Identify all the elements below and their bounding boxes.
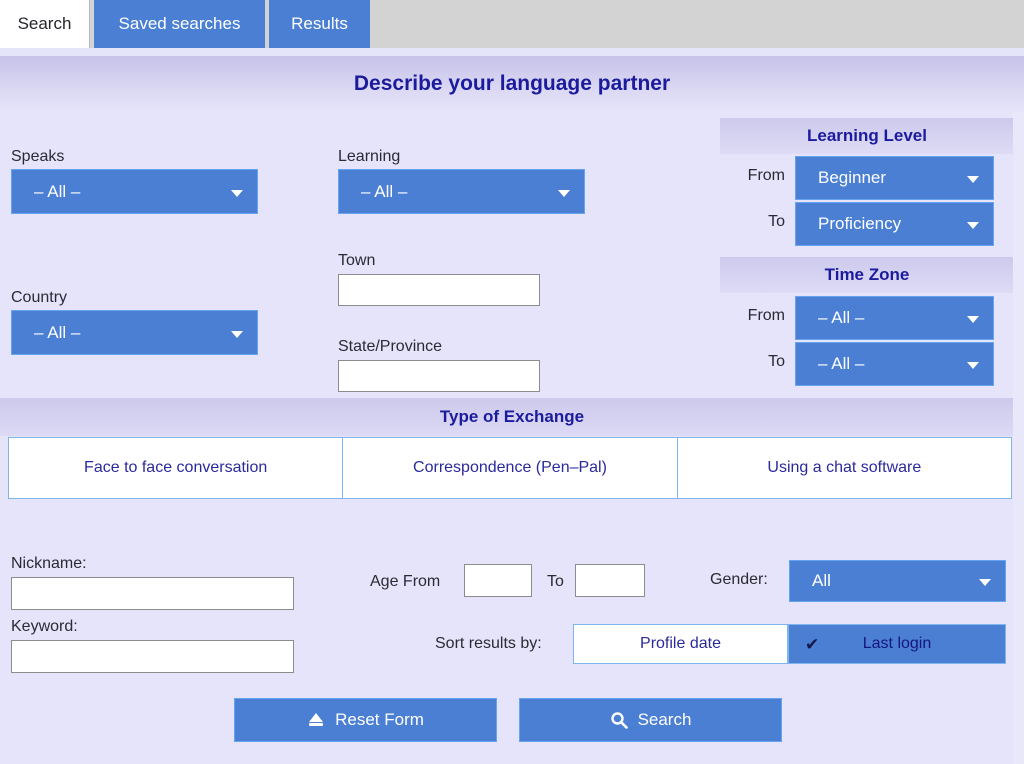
chevron-down-icon bbox=[967, 362, 979, 369]
tab-search-label: Search bbox=[18, 14, 72, 34]
state-province-input[interactable] bbox=[338, 360, 540, 392]
sort-option-label: Profile date bbox=[640, 635, 721, 653]
bottom-section: Nickname: Keyword: Age From To Gender: A… bbox=[0, 500, 1024, 764]
age-to-input[interactable] bbox=[575, 564, 645, 597]
state-province-label: State/Province bbox=[338, 338, 442, 356]
search-icon bbox=[610, 711, 628, 729]
learning-level-to-select[interactable]: Proficiency bbox=[795, 202, 994, 246]
time-zone-to-select[interactable]: – All – bbox=[795, 342, 994, 386]
reset-form-button[interactable]: Reset Form bbox=[234, 698, 497, 742]
time-zone-from-select[interactable]: – All – bbox=[795, 296, 994, 340]
learning-level-title: Learning Level bbox=[720, 118, 1014, 154]
reset-form-label: Reset Form bbox=[335, 710, 424, 730]
check-icon: ✔ bbox=[805, 635, 819, 655]
sort-option-last-login[interactable]: ✔ Last login bbox=[788, 624, 1006, 664]
tab-saved-searches-label: Saved searches bbox=[119, 14, 241, 34]
chevron-down-icon bbox=[231, 190, 243, 197]
tab-search[interactable]: Search bbox=[0, 0, 90, 48]
chevron-down-icon bbox=[967, 222, 979, 229]
sort-option-label: Last login bbox=[863, 635, 932, 653]
search-button[interactable]: Search bbox=[519, 698, 782, 742]
tab-bar: Search Saved searches Results bbox=[0, 0, 1024, 48]
eraser-icon bbox=[307, 711, 325, 729]
exchange-option-correspondence[interactable]: Correspondence (Pen–Pal) bbox=[342, 437, 677, 499]
learning-level-from-value: Beginner bbox=[818, 168, 886, 188]
exchange-options: Face to face conversation Correspondence… bbox=[8, 437, 1012, 499]
age-from-label: Age From bbox=[370, 573, 440, 591]
chevron-down-icon bbox=[967, 316, 979, 323]
learning-level-to-value: Proficiency bbox=[818, 214, 901, 234]
time-zone-from-label: From bbox=[700, 307, 785, 325]
keyword-input[interactable] bbox=[11, 640, 294, 673]
exchange-option-label: Using a chat software bbox=[767, 459, 921, 477]
exchange-title: Type of Exchange bbox=[440, 407, 584, 427]
chevron-down-icon bbox=[979, 579, 991, 586]
nickname-input[interactable] bbox=[11, 577, 294, 610]
country-select-value: – All – bbox=[34, 323, 80, 343]
exchange-option-label: Face to face conversation bbox=[84, 459, 267, 477]
learning-select-value: – All – bbox=[361, 182, 407, 202]
time-zone-to-value: – All – bbox=[818, 354, 864, 374]
tab-results-label: Results bbox=[291, 14, 348, 34]
exchange-option-label: Correspondence (Pen–Pal) bbox=[413, 459, 607, 477]
town-input[interactable] bbox=[338, 274, 540, 306]
search-page: Search Saved searches Results Describe y… bbox=[0, 0, 1024, 764]
speaks-select[interactable]: – All – bbox=[11, 169, 258, 214]
time-zone-from-value: – All – bbox=[818, 308, 864, 328]
age-from-input[interactable] bbox=[464, 564, 532, 597]
tab-saved-searches[interactable]: Saved searches bbox=[94, 0, 265, 48]
gender-select-value: All bbox=[812, 571, 831, 591]
time-zone-to-label: To bbox=[700, 353, 785, 371]
country-select[interactable]: – All – bbox=[11, 310, 258, 355]
exchange-option-face-to-face[interactable]: Face to face conversation bbox=[8, 437, 343, 499]
keyword-label: Keyword: bbox=[11, 618, 78, 636]
speaks-select-value: – All – bbox=[34, 182, 80, 202]
learning-level-from-select[interactable]: Beginner bbox=[795, 156, 994, 200]
time-zone-title: Time Zone bbox=[720, 257, 1014, 293]
sort-results-label: Sort results by: bbox=[435, 635, 542, 653]
town-label: Town bbox=[338, 252, 375, 270]
page-title-band: Describe your language partner bbox=[0, 56, 1024, 112]
speaks-label: Speaks bbox=[11, 148, 64, 166]
gender-select[interactable]: All bbox=[789, 560, 1006, 602]
nickname-label: Nickname: bbox=[11, 555, 87, 573]
right-edge-strip bbox=[1013, 112, 1024, 764]
page-title: Describe your language partner bbox=[354, 72, 670, 96]
exchange-title-band: Type of Exchange bbox=[0, 398, 1024, 436]
chevron-down-icon bbox=[558, 190, 570, 197]
chevron-down-icon bbox=[967, 176, 979, 183]
age-to-label: To bbox=[547, 573, 564, 591]
tab-results[interactable]: Results bbox=[269, 0, 370, 48]
search-button-label: Search bbox=[638, 710, 692, 730]
chevron-down-icon bbox=[231, 331, 243, 338]
sort-option-profile-date[interactable]: Profile date bbox=[573, 624, 788, 664]
learning-select[interactable]: – All – bbox=[338, 169, 585, 214]
country-label: Country bbox=[11, 289, 67, 307]
learning-level-to-label: To bbox=[700, 213, 785, 231]
gender-label: Gender: bbox=[710, 571, 768, 589]
exchange-option-chat-software[interactable]: Using a chat software bbox=[677, 437, 1012, 499]
criteria-section: Speaks – All – Learning – All – Country … bbox=[0, 112, 1024, 398]
learning-label: Learning bbox=[338, 148, 400, 166]
learning-level-from-label: From bbox=[700, 167, 785, 185]
